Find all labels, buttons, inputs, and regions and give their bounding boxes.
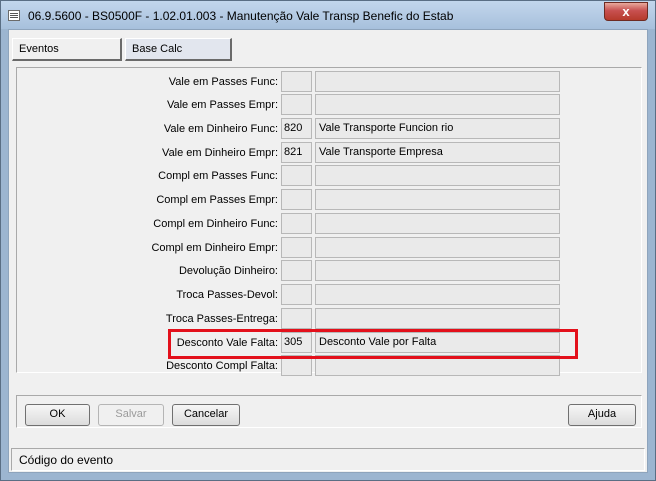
- field-row: Compl em Passes Func:: [17, 165, 643, 187]
- dialog-client-area: Eventos Base Calc Vale em Passes Func: V…: [8, 29, 648, 473]
- field-label: Vale em Passes Func:: [168, 76, 278, 88]
- eventos-panel: Vale em Passes Func: Vale em Passes Empr…: [16, 67, 643, 376]
- event-code-input[interactable]: 821: [281, 142, 312, 163]
- app-window-icon: [8, 10, 20, 21]
- event-description-field: [315, 165, 560, 186]
- event-code-input[interactable]: [281, 284, 312, 305]
- field-label: Devolução Dinheiro:: [178, 265, 278, 277]
- field-label: Compl em Dinheiro Func:: [153, 218, 278, 230]
- ok-button[interactable]: OK: [25, 404, 90, 426]
- event-code-input[interactable]: 820: [281, 118, 312, 139]
- field-label: Compl em Dinheiro Empr:: [151, 242, 278, 254]
- field-label: Desconto Compl Falta:: [166, 360, 278, 372]
- close-icon[interactable]: x: [604, 2, 648, 21]
- event-code-input[interactable]: [281, 165, 312, 186]
- event-description-field: [315, 308, 560, 329]
- event-code-input[interactable]: [281, 308, 312, 329]
- field-row: Troca Passes-Entrega:: [17, 308, 643, 330]
- field-row: Compl em Passes Empr:: [17, 189, 643, 211]
- field-label: Troca Passes-Devol:: [176, 289, 278, 301]
- status-bar: Código do evento: [11, 448, 645, 471]
- field-row: Vale em Dinheiro Empr: 821 Vale Transpor…: [17, 142, 643, 164]
- event-code-input[interactable]: [281, 94, 312, 115]
- highlight-box: [168, 329, 578, 359]
- event-description-field: [315, 189, 560, 210]
- event-code-input[interactable]: [281, 237, 312, 258]
- field-label: Vale em Dinheiro Func:: [163, 123, 278, 135]
- event-description-field: [315, 284, 560, 305]
- button-bar: OK Salvar Cancelar Ajuda: [16, 395, 642, 428]
- event-description-field: [315, 237, 560, 258]
- event-description-field: [315, 213, 560, 234]
- event-code-input[interactable]: [281, 189, 312, 210]
- event-description-field: Vale Transporte Empresa: [315, 142, 560, 163]
- field-row: Compl em Dinheiro Empr:: [17, 237, 643, 259]
- event-description-field: [315, 94, 560, 115]
- field-row: Vale em Passes Func:: [17, 71, 643, 93]
- event-code-input[interactable]: [281, 71, 312, 92]
- application-window: 06.9.5600 - BS0500F - 1.02.01.003 - Manu…: [0, 0, 656, 481]
- cancelar-button[interactable]: Cancelar: [172, 404, 240, 426]
- tab-eventos[interactable]: Eventos: [12, 38, 122, 61]
- event-code-input[interactable]: [281, 260, 312, 281]
- event-description-field: [315, 71, 560, 92]
- window-title: 06.9.5600 - BS0500F - 1.02.01.003 - Manu…: [28, 9, 454, 23]
- field-label: Vale em Dinheiro Empr:: [162, 147, 278, 159]
- title-bar: 06.9.5600 - BS0500F - 1.02.01.003 - Manu…: [1, 1, 655, 29]
- event-description-field: [315, 260, 560, 281]
- event-description-field: Vale Transporte Funcion rio: [315, 118, 560, 139]
- field-label: Compl em Passes Func:: [158, 170, 278, 182]
- salvar-button[interactable]: Salvar: [98, 404, 164, 426]
- tab-base-calc[interactable]: Base Calc: [125, 38, 232, 61]
- field-label: Vale em Passes Empr:: [166, 99, 278, 111]
- field-row: Troca Passes-Devol:: [17, 284, 643, 306]
- event-code-input[interactable]: [281, 213, 312, 234]
- ajuda-button[interactable]: Ajuda: [568, 404, 636, 426]
- field-label: Troca Passes-Entrega:: [165, 313, 278, 325]
- field-row: Vale em Dinheiro Func: 820 Vale Transpor…: [17, 118, 643, 140]
- field-row: Compl em Dinheiro Func:: [17, 213, 643, 235]
- field-label: Compl em Passes Empr:: [156, 194, 278, 206]
- field-row: Devolução Dinheiro:: [17, 260, 643, 282]
- field-row: Vale em Passes Empr:: [17, 94, 643, 116]
